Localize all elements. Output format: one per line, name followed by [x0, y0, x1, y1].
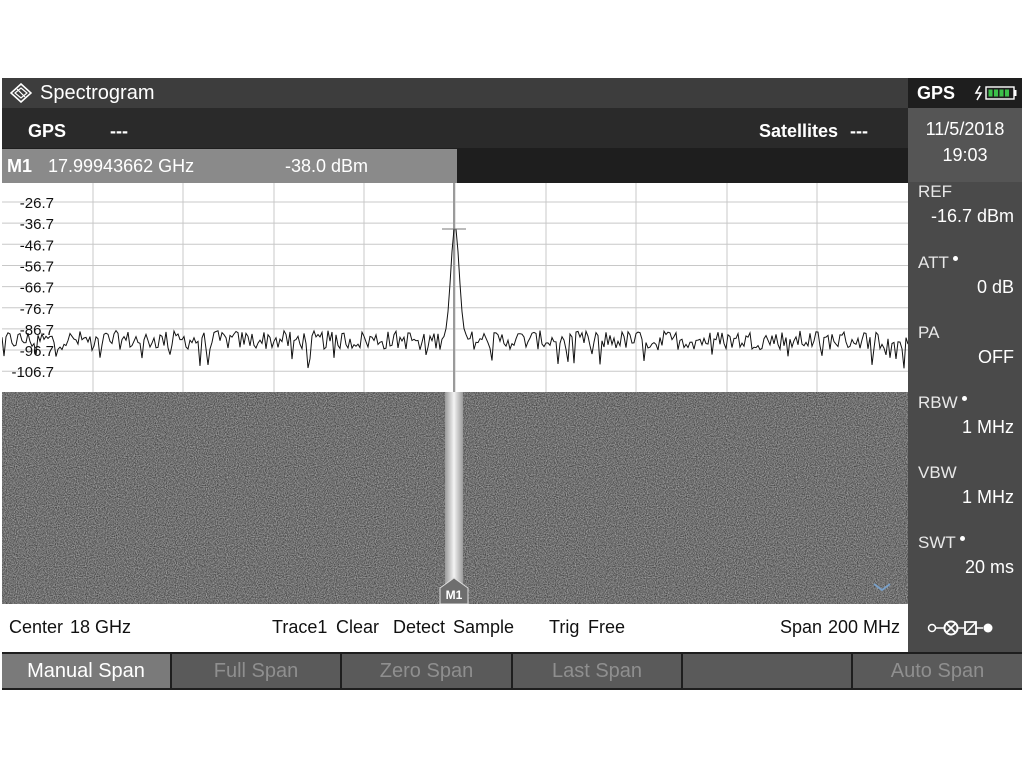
swt-auto-dot — [959, 536, 965, 541]
y-tick-label: -26.7 — [20, 195, 54, 212]
y-tick-label: -46.7 — [20, 237, 54, 254]
trig-value[interactable]: Free — [588, 617, 625, 638]
softkey-auto-span[interactable]: Auto Span — [853, 654, 1022, 688]
date: 11/5/2018 — [925, 119, 1005, 139]
input-output-connector-icon[interactable] — [908, 604, 1022, 652]
y-tick-label: -36.7 — [20, 216, 54, 233]
softkey-zero-span[interactable]: Zero Span — [342, 654, 511, 688]
att-value[interactable]: 0 dB — [977, 277, 1014, 298]
span-label[interactable]: Span — [780, 617, 822, 638]
y-tick-label: -86.7 — [20, 322, 54, 339]
vbw-label[interactable]: VBW — [918, 463, 957, 483]
softkey-full-span[interactable]: Full Span — [172, 654, 340, 688]
y-tick-label: -106.7 — [11, 364, 54, 381]
softkey-last-span[interactable]: Last Span — [513, 654, 681, 688]
rohde-schwarz-logo-icon — [10, 83, 32, 103]
waterfall-peak-stripe — [445, 392, 463, 604]
rbw-label[interactable]: RBW — [918, 393, 967, 413]
y-tick-label: -66.7 — [20, 280, 54, 297]
softkey-bar: Manual Span Full Span Zero Span Last Spa… — [2, 652, 1022, 690]
marker-frequency: 17.99943662 GHz — [48, 156, 195, 176]
trace-label[interactable]: Trace1 — [272, 617, 327, 638]
y-tick-label: -76.7 — [20, 301, 54, 318]
swt-value[interactable]: 20 ms — [965, 557, 1014, 578]
battery-charging-icon — [974, 85, 1017, 101]
waterfall-marker-label: M1 — [446, 588, 463, 602]
marker-level: -38.0 dBm — [285, 156, 369, 176]
y-tick-label: -96.7 — [20, 343, 54, 360]
analyzer-screen: Spectrogram GPS --- Satellites --- M1 17… — [1, 78, 1022, 690]
gps-indicator: GPS — [917, 83, 956, 103]
y-tick-label: -56.7 — [20, 258, 54, 275]
pa-label[interactable]: PA — [918, 323, 939, 343]
ref-value[interactable]: -16.7 dBm — [931, 206, 1014, 227]
detect-label[interactable]: Detect — [393, 617, 445, 638]
marker-name: M1 — [7, 156, 33, 176]
center-value[interactable]: 18 GHz — [70, 617, 131, 638]
time: 19:03 — [942, 145, 988, 165]
vbw-value[interactable]: 1 MHz — [962, 487, 1014, 508]
gps-label: GPS — [28, 121, 67, 141]
gps-status-bar: GPS --- Satellites --- — [2, 108, 908, 148]
right-info-panel: GPS 11/5/2018 19:03 REF -16.7 dBm ATT 0 … — [908, 78, 1022, 652]
softkey-empty[interactable] — [683, 654, 851, 688]
gps-battery-strip: GPS — [908, 78, 1022, 108]
trig-label[interactable]: Trig — [549, 617, 579, 638]
ref-label[interactable]: REF — [918, 182, 952, 202]
rbw-value[interactable]: 1 MHz — [962, 417, 1014, 438]
app-title: Spectrogram — [40, 82, 155, 104]
marker-readout[interactable]: M1 17.99943662 GHz -38.0 dBm — [2, 149, 457, 183]
center-label[interactable]: Center — [9, 617, 63, 638]
satellites-value: --- — [850, 121, 868, 141]
spectrum-plot[interactable]: -26.7 -36.7 -46.7 -56.7 -66.7 -76.7 -86.7 -96.7… — [1, 183, 909, 392]
gps-value: --- — [110, 121, 128, 141]
pa-value[interactable]: OFF — [978, 347, 1014, 368]
softkey-manual-span[interactable]: Manual Span — [2, 654, 170, 688]
title-bar: Spectrogram — [2, 78, 908, 108]
detect-value[interactable]: Sample — [453, 617, 514, 638]
swt-label[interactable]: SWT — [918, 533, 965, 553]
spectrum-chart: -26.7 -36.7 -46.7 -56.7 -66.7 -76.7 -86.7 -96.7… — [1, 183, 909, 392]
waterfall-image: M1 — [2, 392, 908, 605]
satellites-label: Satellites — [759, 121, 839, 141]
span-value[interactable]: 200 MHz — [828, 617, 900, 638]
trace-value[interactable]: Clear — [336, 617, 379, 638]
spectrogram-waterfall[interactable]: M1 — [2, 392, 908, 605]
date-time: 11/5/2018 19:03 — [908, 108, 1022, 182]
status-bar: Center 18 GHz Trace1 Clear Detect Sample… — [2, 604, 908, 652]
att-auto-dot — [952, 256, 958, 261]
rbw-auto-dot — [961, 396, 967, 401]
att-label[interactable]: ATT — [918, 253, 958, 273]
